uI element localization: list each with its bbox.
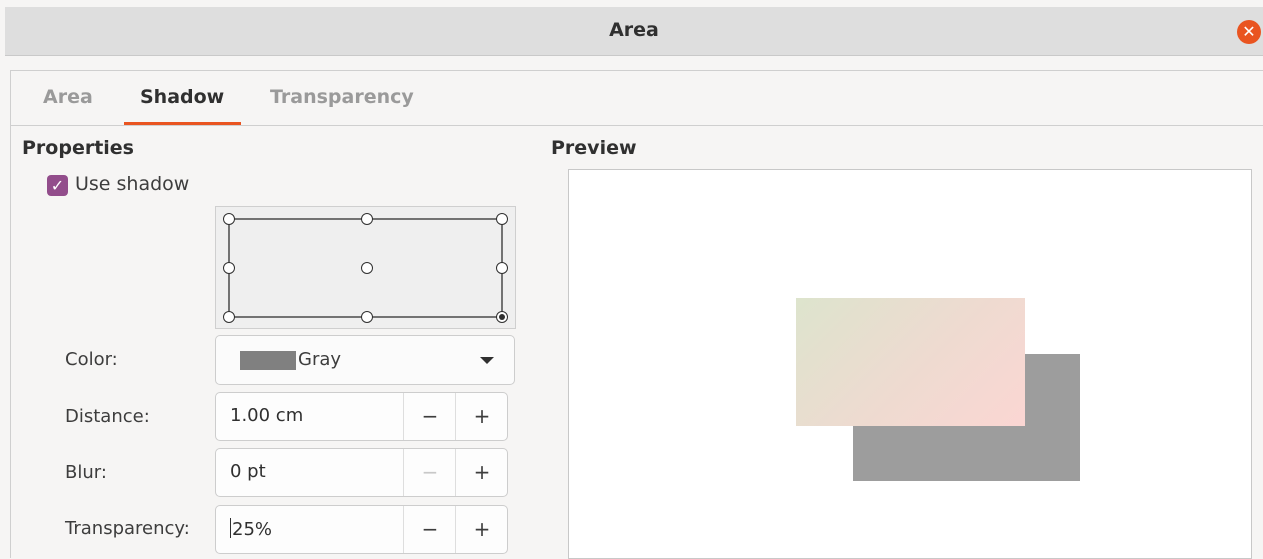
properties-heading: Properties — [22, 137, 134, 159]
text-cursor — [230, 518, 231, 538]
position-top-left[interactable] — [223, 213, 235, 225]
transparency-label: Transparency: — [65, 518, 190, 539]
transparency-field[interactable]: 25% — [230, 518, 272, 540]
distance-increase-button[interactable]: + — [455, 393, 508, 440]
preview-object — [796, 298, 1025, 426]
chevron-down-icon — [480, 357, 494, 364]
blur-label: Blur: — [65, 462, 107, 483]
close-icon[interactable]: ✕ — [1237, 20, 1261, 44]
blur-value[interactable]: 0 pt — [230, 461, 266, 482]
active-tab-indicator — [124, 122, 241, 125]
position-middle-left[interactable] — [223, 262, 235, 274]
tab-transparency[interactable]: Transparency — [270, 86, 414, 108]
shadow-position-selector — [215, 206, 516, 329]
color-dropdown[interactable]: Gray — [215, 335, 515, 385]
blur-spinbox[interactable]: 0 pt − + — [215, 448, 508, 497]
color-label: Color: — [65, 349, 118, 370]
transparency-decrease-button[interactable]: − — [403, 506, 456, 553]
distance-value[interactable]: 1.00 cm — [230, 405, 303, 426]
transparency-increase-button[interactable]: + — [455, 506, 508, 553]
use-shadow-label[interactable]: Use shadow — [75, 173, 189, 195]
tab-area[interactable]: Area — [43, 86, 93, 108]
title-bar: Area ✕ — [5, 7, 1263, 56]
use-shadow-checkbox[interactable]: ✓ — [47, 175, 68, 196]
position-middle-right[interactable] — [496, 262, 508, 274]
position-top-center[interactable] — [361, 213, 373, 225]
position-center[interactable] — [361, 262, 373, 274]
color-value: Gray — [298, 349, 342, 370]
position-grid-graphic — [223, 213, 508, 323]
distance-label: Distance: — [65, 406, 150, 427]
window-title: Area — [609, 19, 659, 41]
distance-decrease-button[interactable]: − — [403, 393, 456, 440]
distance-spinbox[interactable]: 1.00 cm − + — [215, 392, 508, 441]
position-bottom-center[interactable] — [361, 311, 373, 323]
preview-heading: Preview — [551, 137, 637, 159]
position-top-right[interactable] — [496, 213, 508, 225]
blur-decrease-button[interactable]: − — [403, 449, 456, 496]
color-swatch — [240, 351, 296, 370]
preview-pane — [568, 169, 1252, 559]
position-selected-dot — [499, 314, 505, 320]
tab-bar: Area Shadow Transparency — [10, 70, 1263, 126]
transparency-value: 25% — [232, 519, 273, 540]
transparency-spinbox[interactable]: 25% − + — [215, 505, 508, 554]
tab-shadow[interactable]: Shadow — [140, 86, 224, 108]
position-bottom-left[interactable] — [223, 311, 235, 323]
blur-increase-button[interactable]: + — [455, 449, 508, 496]
